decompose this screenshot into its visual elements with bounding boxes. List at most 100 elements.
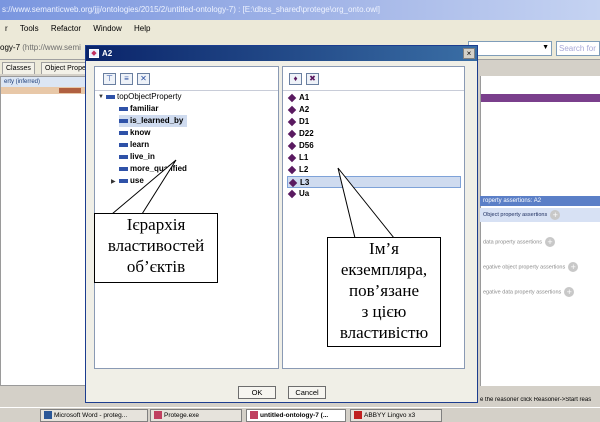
right-background-panel	[480, 76, 600, 386]
taskbar-label: Protege.exe	[164, 412, 200, 419]
expand-icon[interactable]: ▶	[111, 178, 116, 185]
taskbar-item-word[interactable]: Microsoft Word - proteg...	[40, 409, 148, 422]
individual-icon	[287, 117, 297, 127]
taskbar-label: ABBYY Lingvo x3	[364, 412, 416, 419]
menu-item-help[interactable]: Help	[129, 20, 155, 38]
ok-button[interactable]: OK	[238, 386, 276, 399]
object-property-icon	[106, 94, 115, 99]
individual-label: L1	[299, 153, 309, 162]
individual-d56[interactable]: D56	[287, 140, 461, 152]
callout-line: екземпляра,	[340, 260, 428, 279]
tree-node-label: know	[130, 128, 151, 137]
collapse-icon[interactable]: ▼	[98, 94, 104, 100]
chevron-down-icon: ▼	[542, 44, 549, 51]
tab-object-properties[interactable]: Object Prope	[41, 62, 90, 74]
search-input[interactable]: Search for	[556, 41, 600, 56]
object-property-icon	[119, 106, 128, 111]
lingvo-icon	[354, 411, 362, 420]
tree-node-learn[interactable]: learn	[119, 139, 149, 151]
menu-item-tools[interactable]: Tools	[15, 20, 44, 38]
add-object-assertion-icon[interactable]: +	[550, 209, 561, 220]
tree-node-label: learn	[130, 140, 150, 149]
callout-line: властивістю	[339, 323, 429, 342]
tree-node-is-learned-by[interactable]: is_learned_by	[119, 115, 188, 127]
individual-icon	[287, 189, 297, 199]
individual-name-callout: Ім’я екземпляра, пов’язане з цією власти…	[327, 237, 441, 347]
add-neg-object-assertion-icon[interactable]: +	[568, 262, 579, 272]
tree-node-live-in[interactable]: live_in	[119, 151, 155, 163]
protege-icon	[250, 411, 258, 420]
individual-l3[interactable]: L3	[287, 176, 461, 188]
tree-node-know[interactable]: know	[119, 127, 150, 139]
left-panel-header: erty (inferred)	[1, 77, 85, 87]
tree-node-more-qualified[interactable]: more_qualified	[119, 163, 187, 175]
taskbar-item-protege[interactable]: Protege.exe	[150, 409, 242, 422]
taskbar-label: untitled-ontology-7 (...	[260, 412, 329, 419]
callout-line: Ієрархія	[126, 215, 186, 234]
ontology-url: (http://www.semi	[22, 43, 81, 52]
object-property-icon	[119, 154, 128, 159]
individual-icon	[287, 141, 297, 151]
tree-node-label: more_qualified	[130, 164, 187, 173]
taskbar-item-ontology[interactable]: untitled-ontology-7 (...	[246, 409, 346, 422]
individual-label: A1	[299, 93, 310, 102]
neg-object-assertions-label: egative object property assertions	[483, 264, 566, 271]
individual-label: A2	[299, 105, 310, 114]
delete-individual-icon[interactable]: ✖	[306, 73, 319, 85]
object-property-icon	[119, 118, 128, 123]
dialog-title-bar[interactable]: A2	[86, 46, 477, 61]
main-menu-bar: r Tools Refactor Window Help	[0, 20, 600, 38]
neg-data-assertions-label: egative data property assertions	[483, 289, 562, 296]
add-data-assertion-icon[interactable]: +	[545, 237, 556, 247]
add-subproperty-icon[interactable]: ⊤	[103, 73, 116, 85]
left-panel-toolbar	[1, 87, 85, 94]
individual-l1[interactable]: L1	[287, 152, 461, 164]
object-property-assertions-row: Object property assertions +	[480, 208, 600, 222]
individual-icon	[287, 129, 297, 139]
individual-a2[interactable]: A2	[287, 104, 461, 116]
object-property-hierarchy-panel: erty (inferred)	[0, 76, 86, 386]
individual-header-bar	[481, 94, 600, 102]
tree-node-use[interactable]: use	[119, 175, 144, 187]
callout-line: об’єктів	[126, 257, 186, 276]
individual-icon	[287, 165, 297, 175]
object-assertions-label: Object property assertions	[483, 212, 548, 218]
add-sibling-property-icon[interactable]: ≡	[120, 73, 133, 85]
individual-d1[interactable]: D1	[287, 116, 461, 128]
property-pane-toolbar: ⊤ ≡ ✕	[95, 67, 278, 91]
menu-item-window[interactable]: Window	[88, 20, 126, 38]
individual-l2[interactable]: L2	[287, 164, 461, 176]
ontology-selector-label[interactable]: ogy-7 (http://www.semi	[0, 43, 81, 52]
main-tabs: Classes Object Prope	[0, 60, 90, 74]
ontology-combo[interactable]: ▼	[468, 41, 552, 56]
tree-node-familiar[interactable]: familiar	[119, 103, 158, 115]
callout-line: властивостей	[107, 236, 205, 255]
panel-buttons-icon[interactable]	[59, 88, 81, 93]
cancel-button[interactable]: Cancel	[288, 386, 326, 399]
add-neg-data-assertion-icon[interactable]: +	[564, 287, 575, 297]
object-property-icon	[119, 166, 128, 171]
negative-object-assertions-row: egative object property assertions +	[483, 262, 579, 272]
menu-item-refactor[interactable]: Refactor	[46, 20, 86, 38]
object-property-icon	[119, 178, 128, 183]
menu-item-file[interactable]: r	[0, 20, 13, 38]
individual-d22[interactable]: D22	[287, 128, 461, 140]
tab-classes[interactable]: Classes	[2, 62, 35, 74]
close-icon[interactable]: ×	[463, 48, 475, 59]
add-individual-icon[interactable]: ♦	[289, 73, 302, 85]
individual-label: Ua	[299, 189, 310, 198]
individuals-pane-toolbar: ♦ ✖	[283, 67, 464, 91]
taskbar-item-lingvo[interactable]: ABBYY Lingvo x3	[350, 409, 442, 422]
tree-node-label: use	[130, 176, 144, 185]
individual-a1[interactable]: A1	[287, 92, 461, 104]
individual-ua[interactable]: Ua	[287, 188, 461, 200]
property-assertions-header: roperty assertions: A2	[480, 196, 600, 206]
dialog-title: A2	[102, 49, 113, 58]
tree-node-label: live_in	[130, 152, 155, 161]
delete-property-icon[interactable]: ✕	[137, 73, 150, 85]
tree-node-label: topObjectProperty	[117, 92, 182, 101]
data-assertions-row: data property assertions +	[483, 237, 556, 247]
individual-label: D1	[299, 117, 310, 126]
tree-node-root[interactable]: topObjectProperty	[106, 91, 181, 103]
individual-icon	[287, 153, 297, 163]
